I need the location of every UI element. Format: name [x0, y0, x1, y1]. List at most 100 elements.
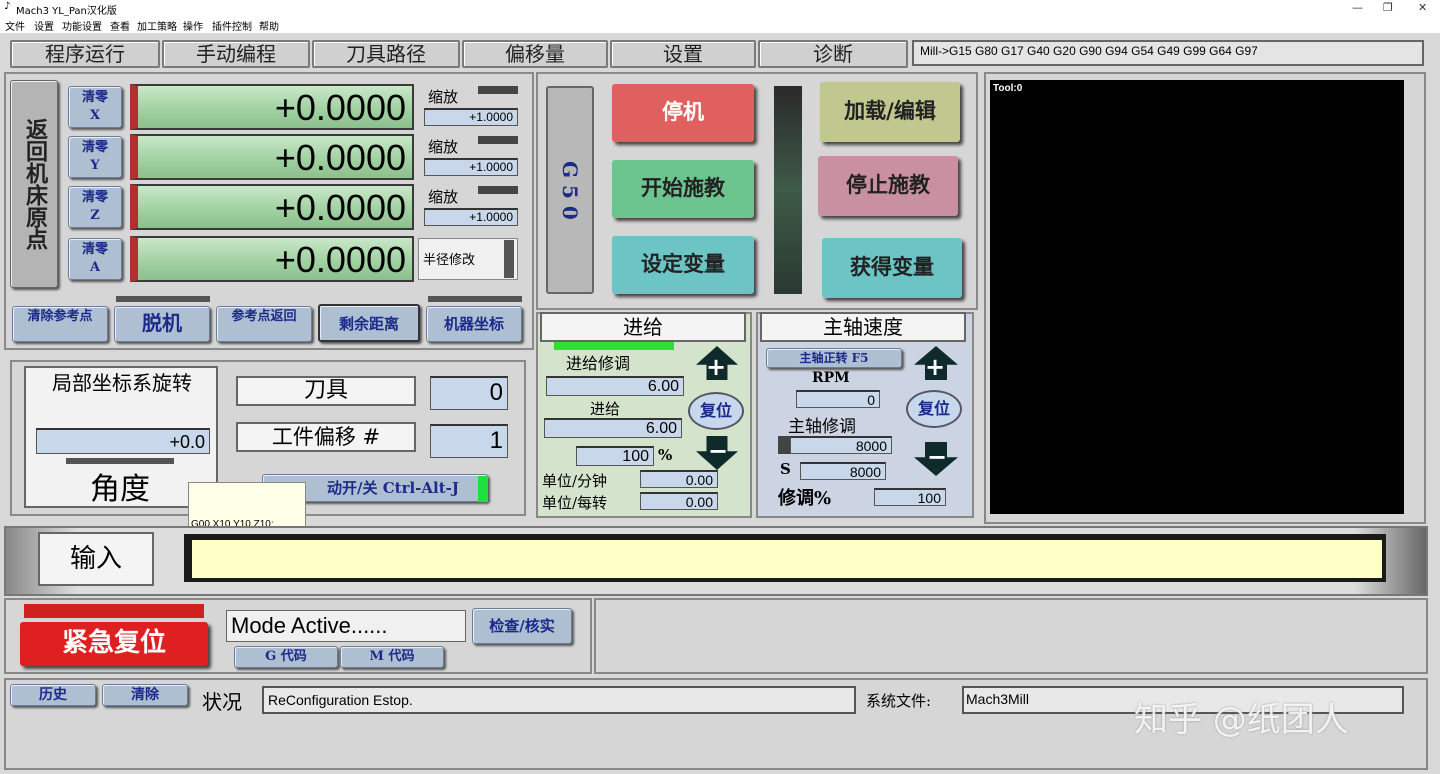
menu-file[interactable]: 文件: [5, 18, 25, 33]
s-label: S: [780, 460, 791, 478]
g50-button[interactable]: G 5 0: [546, 86, 594, 294]
tab-mdi[interactable]: 手动编程: [162, 40, 310, 68]
mdi-input[interactable]: [192, 540, 1382, 578]
adjust-label: 修调%: [778, 488, 832, 509]
zero-label: 清零: [81, 242, 108, 257]
window-title: Mach3 YL_Pan汉化版: [16, 6, 117, 17]
scale-z-indicator: [478, 186, 518, 194]
emergency-led: [24, 604, 204, 618]
tab-diagnostics[interactable]: 诊断: [758, 40, 908, 68]
status-field: ReConfiguration Estop.: [262, 686, 856, 714]
tool-label: 刀具: [236, 376, 416, 406]
feed-override-label: 进给修调: [566, 354, 631, 373]
spindle-cw-button[interactable]: 主轴正转 F5: [766, 348, 902, 368]
angle-label: 角度: [90, 472, 150, 507]
stop-teach-button[interactable]: 停止施教: [818, 156, 958, 216]
tab-settings[interactable]: 设置: [610, 40, 756, 68]
tab-offsets[interactable]: 偏移量: [462, 40, 608, 68]
dro-z[interactable]: +0.0000: [130, 184, 414, 230]
scale-y-label: 缩放: [428, 138, 459, 156]
maximize-button[interactable]: ❐: [1383, 1, 1393, 14]
history-button[interactable]: 历史: [10, 684, 96, 706]
feed-override-field[interactable]: 6.00: [546, 376, 684, 396]
minus-icon: −: [927, 443, 948, 471]
minus-icon: −: [708, 437, 729, 465]
spindle-override-indicator: [778, 436, 790, 454]
clear-ref-button[interactable]: 清除参考点: [12, 306, 108, 342]
units-per-min-label: 单位/分钟: [542, 472, 608, 490]
scale-z-field[interactable]: +1.0000: [424, 208, 518, 226]
axis-label: Y: [90, 158, 100, 173]
zero-label: 清零: [81, 90, 108, 105]
fixture-offset-label: 工件偏移 #: [236, 422, 416, 452]
home-button[interactable]: 返回机床原点: [10, 80, 58, 288]
tab-program-run[interactable]: 程序运行: [10, 40, 160, 68]
feed-reset-button[interactable]: 复位: [688, 392, 744, 430]
zero-z-button[interactable]: 清零 Z: [68, 186, 122, 228]
close-button[interactable]: ✕: [1418, 1, 1427, 14]
clear-button[interactable]: 清除: [102, 684, 188, 706]
dro-y[interactable]: +0.0000: [130, 134, 414, 180]
menu-settings[interactable]: 设置: [34, 18, 54, 33]
zero-x-button[interactable]: 清零 X: [68, 86, 122, 128]
menu-function-settings[interactable]: 功能设置: [62, 18, 102, 33]
feed-label: 进给: [590, 400, 621, 418]
tool-display[interactable]: Tool:0: [990, 80, 1404, 514]
axis-label: A: [89, 260, 101, 275]
axis-label: X: [89, 108, 101, 123]
machine-coords-led: [428, 296, 522, 302]
tool-number-field[interactable]: 0: [430, 376, 508, 410]
emergency-reset-button[interactable]: 紧急复位: [20, 622, 208, 666]
g-code-button[interactable]: G 代码: [234, 646, 338, 668]
offline-button[interactable]: 脱机: [114, 306, 210, 342]
menu-view[interactable]: 查看: [110, 18, 130, 33]
scale-y-field[interactable]: +1.0000: [424, 158, 518, 176]
rotation-angle-field[interactable]: +0.0: [36, 428, 210, 454]
menu-operation[interactable]: 操作: [183, 18, 203, 33]
units-per-rev-field: 0.00: [640, 492, 718, 510]
watermark: 知乎 @纸团人: [1134, 700, 1349, 740]
jog-led: [478, 476, 488, 502]
menu-help[interactable]: 帮助: [259, 18, 279, 33]
scale-x-field[interactable]: +1.0000: [424, 108, 518, 126]
set-variable-button[interactable]: 设定变量: [612, 236, 754, 294]
m-code-button[interactable]: M 代码: [340, 646, 444, 668]
fixture-offset-field[interactable]: 1: [430, 424, 508, 458]
load-edit-button[interactable]: 加载/编辑: [820, 82, 960, 142]
get-variable-button[interactable]: 获得变量: [822, 238, 962, 298]
dro-a[interactable]: +0.0000: [130, 236, 414, 282]
spindle-reset-button[interactable]: 复位: [906, 390, 962, 428]
menu-strategy[interactable]: 加工策略: [137, 18, 177, 33]
dro-x[interactable]: +0.0000: [130, 84, 414, 130]
scale-x-indicator: [478, 86, 518, 94]
sysfile-label: 系统文件:: [866, 692, 932, 710]
zero-label: 清零: [81, 140, 108, 155]
gcode-status-bar: Mill->G15 G80 G17 G40 G20 G90 G94 G54 G4…: [912, 40, 1424, 66]
scale-z-label: 缩放: [428, 188, 459, 206]
ref-return-button[interactable]: 参考点返回: [216, 306, 312, 342]
radius-correction[interactable]: 半径修改: [418, 238, 518, 280]
spindle-override-field[interactable]: 8000: [790, 436, 892, 454]
tab-toolpath[interactable]: 刀具路径: [312, 40, 460, 68]
zero-y-button[interactable]: 清零 Y: [68, 136, 122, 178]
check-button[interactable]: 检查/核实: [472, 608, 572, 644]
menu-plugins[interactable]: 插件控制: [212, 18, 252, 33]
menu-bar: 文件 设置 功能设置 查看 加工策略 操作 插件控制 帮助: [0, 16, 1440, 33]
feed-field[interactable]: 6.00: [544, 418, 682, 438]
adjust-field[interactable]: 100: [874, 488, 946, 506]
zero-a-button[interactable]: 清零 A: [68, 238, 122, 280]
status-label: 状况: [202, 690, 242, 714]
app-icon: ♪: [4, 1, 11, 12]
feed-slider[interactable]: [774, 86, 802, 294]
feed-percent-field[interactable]: 100: [576, 446, 654, 466]
s-field[interactable]: 8000: [800, 462, 886, 480]
minimize-button[interactable]: —: [1352, 1, 1363, 14]
stop-button[interactable]: 停机: [612, 84, 754, 142]
machine-coords-button[interactable]: 机器坐标: [426, 306, 522, 342]
spindle-title: 主轴速度: [760, 312, 966, 342]
rpm-label: RPM: [812, 370, 850, 386]
start-teach-button[interactable]: 开始施教: [612, 160, 754, 218]
scale-x-label: 缩放: [428, 88, 459, 106]
right-empty-frame: [594, 598, 1428, 674]
remaining-distance-button[interactable]: 剩余距离: [318, 304, 420, 342]
